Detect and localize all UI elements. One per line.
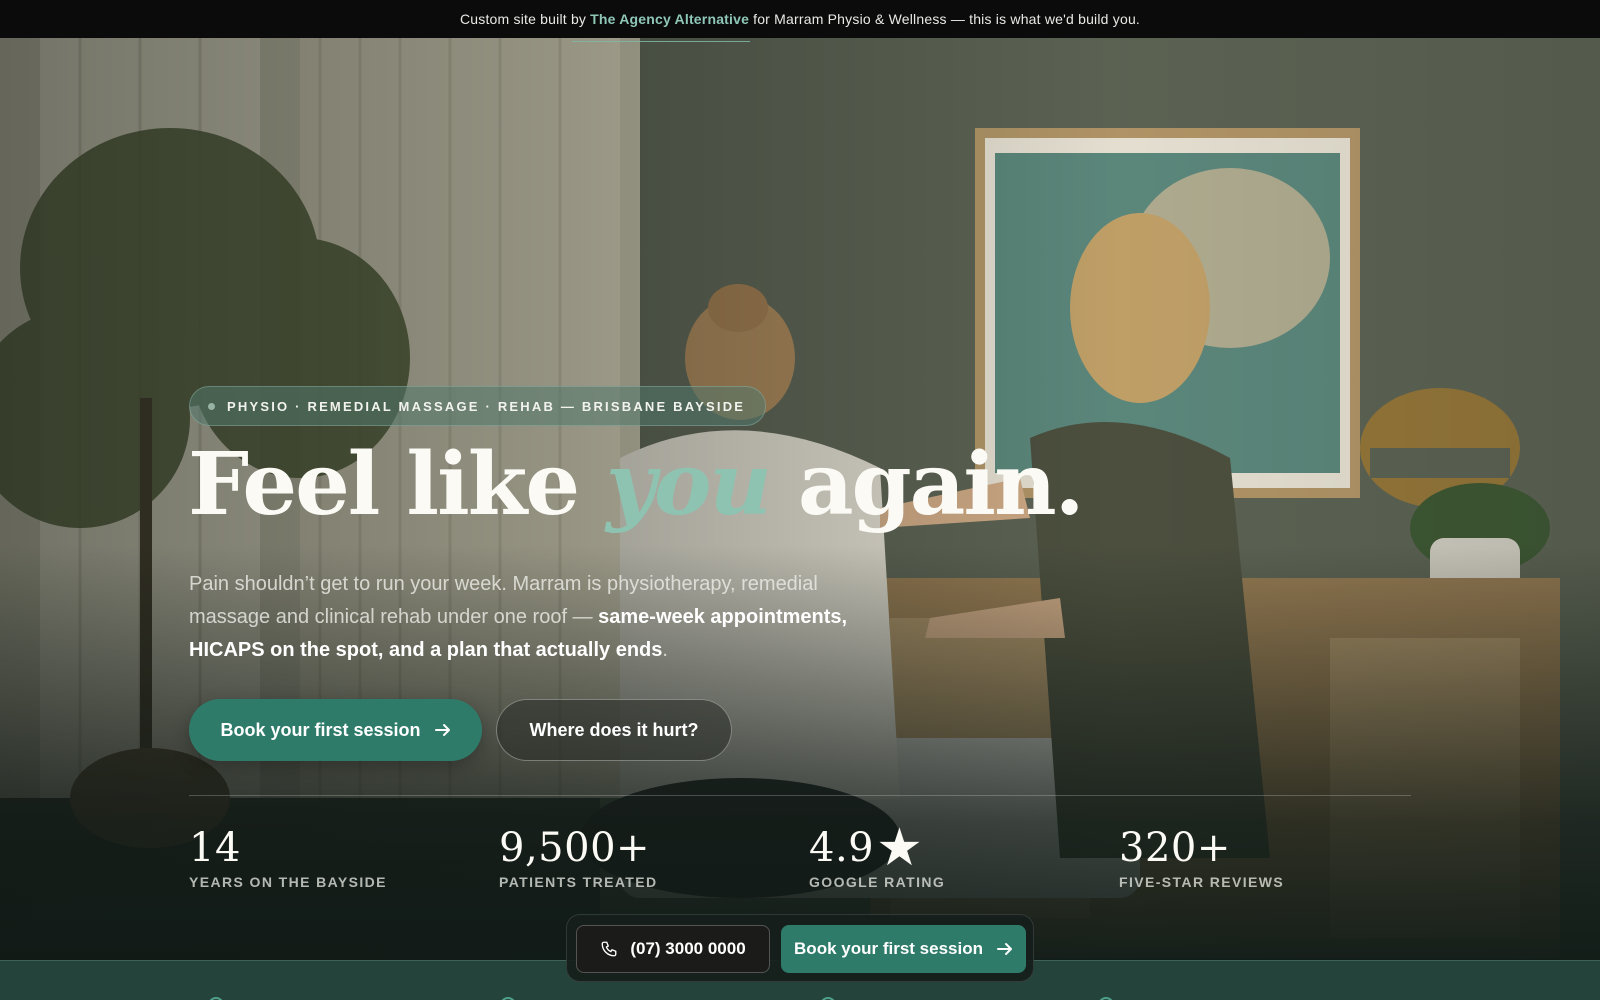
eyebrow-dot-icon <box>208 402 215 410</box>
stat-value: 320+ <box>1119 825 1231 871</box>
stat-rating: 4.9★ GOOGLE RATING <box>809 822 946 890</box>
stat-years: 14 YEARS ON THE BAYSIDE <box>189 826 387 890</box>
stat-label: PATIENTS TREATED <box>499 874 658 890</box>
services-eyebrow: PHYSIO · REMEDIAL MASSAGE · REHAB — BRIS… <box>189 386 767 426</box>
arrow-right-icon <box>434 724 450 736</box>
stat-label: GOOGLE RATING <box>809 874 946 890</box>
hurt-button-label: Where does it hurt? <box>529 719 699 740</box>
headline-part1: Feel like <box>188 434 580 535</box>
agency-link[interactable]: The Agency Alternative <box>590 11 749 27</box>
stat-label: FIVE-STAR REVIEWS <box>1119 874 1285 890</box>
phone-icon <box>601 941 617 957</box>
sub-end: . <box>662 639 668 661</box>
arrow-right-icon <box>996 943 1012 955</box>
banner-underline <box>572 41 750 42</box>
stat-value: 9,500+ <box>499 825 651 871</box>
eyebrow-text: PHYSIO · REMEDIAL MASSAGE · REHAB — BRIS… <box>227 398 746 414</box>
stat-label: YEARS ON THE BAYSIDE <box>189 874 387 890</box>
phone-number: (07) 3000 0000 <box>630 939 746 958</box>
hero-headline: Feel like you again. <box>188 439 1088 530</box>
headline-accent: you <box>606 434 772 535</box>
stat-patients: 9,500+ PATIENTS TREATED <box>499 826 658 890</box>
stat-value: 4.9 <box>809 825 875 871</box>
call-phone-button[interactable]: (07) 3000 0000 <box>576 925 770 973</box>
sticky-cta-bar: (07) 3000 0000 Book your first session <box>566 914 1034 982</box>
stat-value-row: 4.9★ <box>809 822 945 874</box>
sticky-book-button[interactable]: Book your first session <box>781 925 1026 973</box>
sticky-book-label: Book your first session <box>794 939 983 958</box>
stat-value: 14 <box>189 825 241 871</box>
star-icon: ★ <box>876 818 924 878</box>
banner-prefix: Custom site built by <box>459 11 587 27</box>
where-does-it-hurt-button[interactable]: Where does it hurt? <box>496 699 732 761</box>
stat-reviews: 320+ FIVE-STAR REVIEWS <box>1119 826 1284 890</box>
book-first-session-button[interactable]: Book your first session <box>189 699 482 761</box>
headline-part2: again. <box>797 434 1085 535</box>
banner-suffix: for Marram Physio & Wellness — this is w… <box>753 11 1141 27</box>
hero-subheading: Pain shouldn’t get to run your week. Mar… <box>189 568 869 667</box>
book-button-label: Book your first session <box>220 719 421 740</box>
attribution-banner: Custom site built by The Agency Alternat… <box>0 0 1600 42</box>
stats-divider <box>189 795 1411 796</box>
